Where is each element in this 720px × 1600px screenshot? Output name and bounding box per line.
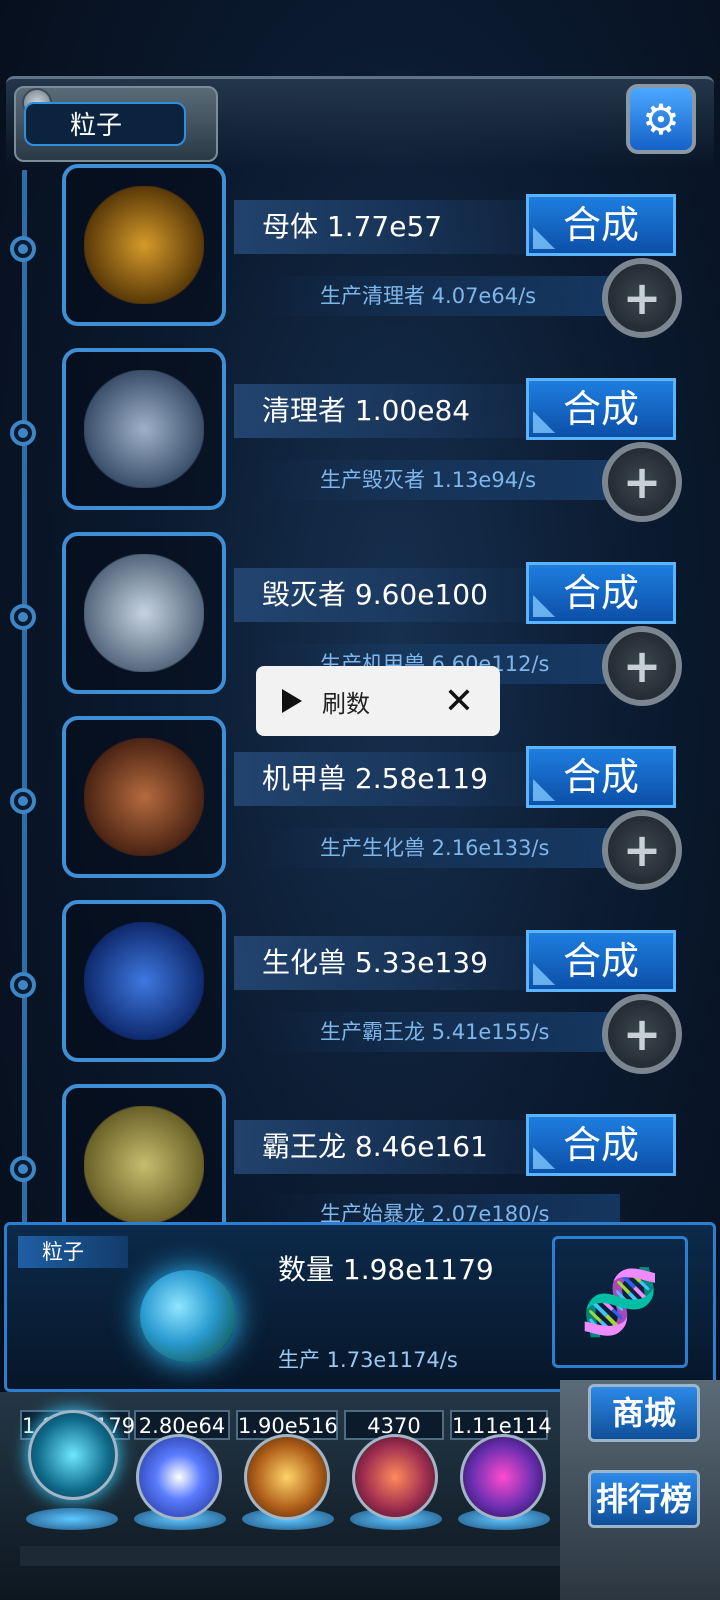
cell-orb-icon[interactable] [352,1434,438,1520]
add-button[interactable]: + [602,994,682,1074]
destroyer-icon [84,554,204,672]
creature-name: 清理者 1.00e84 [234,384,534,438]
mecha-beast-icon [84,738,204,856]
resource-tab-label: 粒子 [70,111,123,141]
plus-icon: + [622,639,662,693]
creature-avatar-mecha-beast[interactable] [62,716,226,878]
creature-avatar-cleaner[interactable] [62,348,226,510]
shop-button[interactable]: 商城 [588,1384,700,1442]
ad-popup[interactable]: 刷数 ✕ [256,666,500,736]
fire-orb-icon[interactable] [244,1434,330,1520]
creature-name: 机甲兽 2.58e119 [234,752,534,806]
row-node [10,1156,36,1182]
production-rate: 生产霸王龙 5.41e155/s [260,1012,620,1052]
creature-name: 生化兽 5.33e139 [234,936,534,990]
settings-button[interactable]: ⚙ [626,84,696,154]
gear-icon: ⚙ [642,94,680,144]
play-icon[interactable] [282,689,302,713]
row-node [10,236,36,262]
particle-icon[interactable] [140,1270,236,1362]
add-button[interactable]: + [602,626,682,706]
plus-icon: + [622,1007,662,1061]
bio-beast-icon [84,922,204,1040]
creature-name: 毁灭者 9.60e100 [234,568,534,622]
row-node [10,788,36,814]
creature-avatar-mother[interactable] [62,164,226,326]
combine-button[interactable]: 合成 [526,378,676,440]
resource-tab[interactable]: 粒子 [24,102,186,146]
plus-icon: + [622,455,662,509]
row-node [10,604,36,630]
panel-tab: 粒子 [18,1236,128,1268]
combine-button[interactable]: 合成 [526,194,676,256]
row-node [10,972,36,998]
timeline-spine [22,170,27,1230]
add-button[interactable]: + [602,442,682,522]
row-node [10,420,36,446]
vortex-orb-icon[interactable] [460,1434,546,1520]
particle-production: 生产 1.73e1174/s [278,1348,458,1372]
close-icon[interactable]: ✕ [444,681,474,722]
plus-icon: + [622,271,662,325]
combine-button[interactable]: 合成 [526,746,676,808]
popup-label[interactable]: 刷数 [322,684,444,719]
creature-name: 母体 1.77e57 [234,200,534,254]
production-rate: 生产毁灭者 1.13e94/s [260,460,620,500]
creature-avatar-bio-beast[interactable] [62,900,226,1062]
ranking-button[interactable]: 排行榜 [588,1470,700,1528]
energy-orb-icon[interactable] [136,1434,222,1520]
orb-base [26,1508,118,1530]
bottom-strip [20,1546,560,1566]
production-rate: 生产始暴龙 2.07e180/s [260,1194,620,1222]
cleaner-icon [84,370,204,488]
add-button[interactable]: + [602,810,682,890]
mother-icon [84,186,204,304]
creature-name: 霸王龙 8.46e161 [234,1120,534,1174]
production-rate: 生产生化兽 2.16e133/s [260,828,620,868]
trex-icon [84,1106,204,1224]
production-rate: 生产清理者 4.07e64/s [260,276,620,316]
creature-avatar-destroyer[interactable] [62,532,226,694]
particle-orb-icon[interactable] [28,1410,118,1500]
combine-button[interactable]: 合成 [526,562,676,624]
combine-button[interactable]: 合成 [526,930,676,992]
particle-quantity: 数量 1.98e1179 [278,1253,494,1286]
plus-icon: + [622,823,662,877]
combine-button[interactable]: 合成 [526,1114,676,1176]
add-button[interactable]: + [602,258,682,338]
dna-icon: 🧬 [552,1236,688,1368]
